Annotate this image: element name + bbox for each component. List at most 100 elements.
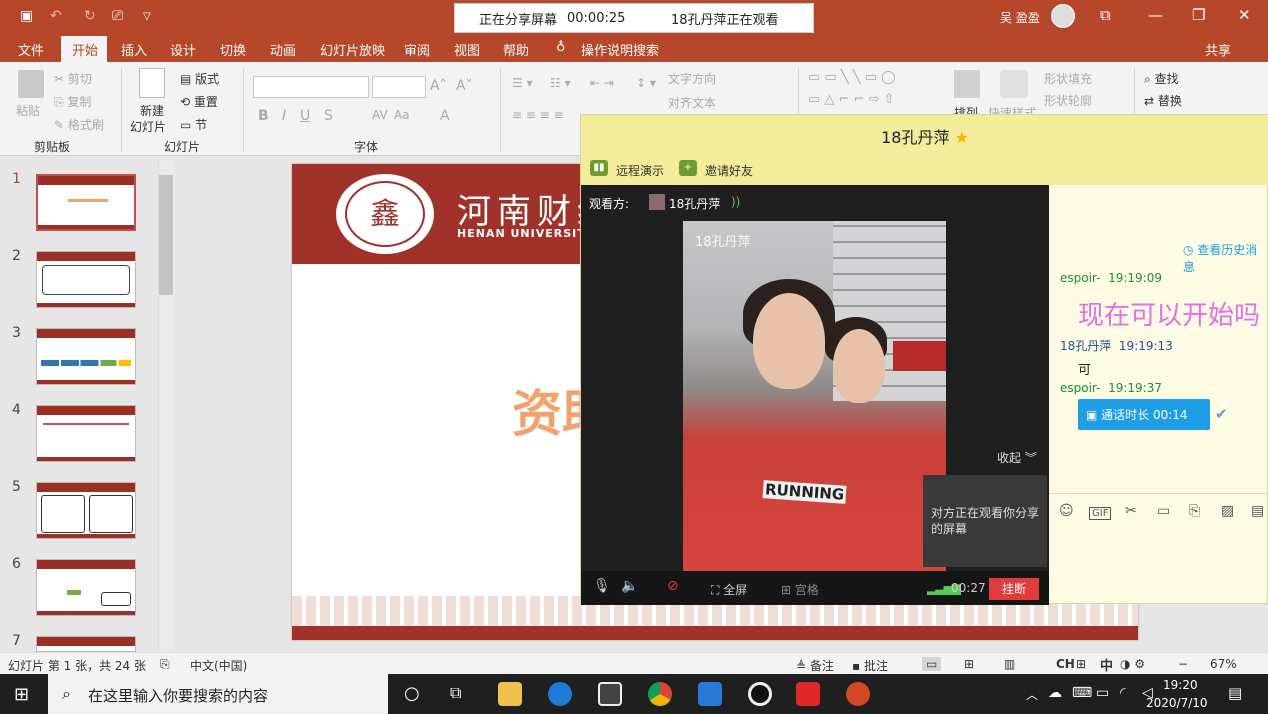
arrange-icon[interactable] bbox=[954, 70, 980, 98]
tab-file[interactable]: 文件 bbox=[18, 40, 44, 59]
font-size-combo[interactable] bbox=[372, 76, 426, 98]
bullets-icon[interactable]: ☰ ▾ bbox=[512, 76, 533, 90]
tab-design[interactable]: 设计 bbox=[170, 40, 196, 59]
keyboard-icon[interactable]: ⌨ bbox=[1072, 685, 1092, 701]
reset-button[interactable]: ⟲ 重置 bbox=[180, 93, 218, 110]
zoom-level[interactable]: 67% bbox=[1210, 657, 1237, 671]
collapse-button[interactable]: 收起 ︾ bbox=[997, 449, 1037, 466]
notes-button[interactable]: ≜ 备注 bbox=[796, 657, 834, 674]
text-direction-button[interactable]: 文字方向 bbox=[668, 70, 716, 87]
new-slide-icon[interactable] bbox=[139, 68, 165, 98]
microphone-icon[interactable]: 🎙 bbox=[593, 578, 611, 594]
gif-icon[interactable]: GIF bbox=[1089, 507, 1112, 520]
quick-styles-icon[interactable] bbox=[1000, 70, 1028, 98]
slide-thumbnail-2[interactable] bbox=[36, 251, 136, 308]
ime-status[interactable]: CH bbox=[1056, 657, 1075, 671]
tab-view[interactable]: 视图 bbox=[454, 40, 480, 59]
tab-insert[interactable]: 插入 bbox=[121, 40, 147, 59]
file-explorer-icon[interactable] bbox=[498, 682, 522, 706]
align-text-button[interactable]: 对齐文本 bbox=[668, 94, 716, 111]
tab-slideshow[interactable]: 幻灯片放映 bbox=[320, 40, 385, 59]
format-painter-button[interactable]: ✎ 格式刷 bbox=[54, 116, 104, 133]
doc-icon[interactable]: ⎘ bbox=[1189, 503, 1200, 519]
ribbon-display-icon[interactable]: ⧉ bbox=[1100, 6, 1111, 24]
new-slide-label[interactable]: 新建 bbox=[140, 102, 164, 119]
underline-button[interactable]: U bbox=[300, 108, 310, 124]
slide-thumbnail-4[interactable] bbox=[36, 405, 136, 462]
cortana-icon[interactable]: ○ bbox=[404, 683, 420, 704]
battery-icon[interactable]: ▭ bbox=[1096, 685, 1109, 701]
reading-view-icon[interactable]: ▥ bbox=[1004, 657, 1015, 671]
line-spacing-icon[interactable]: ↕ ▾ bbox=[636, 76, 656, 90]
video-icon[interactable] bbox=[796, 682, 820, 706]
cut-button[interactable]: ✂ 剪切 bbox=[54, 70, 92, 87]
slide-thumbnail-3[interactable] bbox=[36, 328, 136, 385]
remote-present-icon[interactable]: ▮▮ bbox=[590, 160, 608, 176]
qq-icon[interactable] bbox=[748, 682, 772, 706]
edge-icon[interactable] bbox=[548, 682, 572, 706]
spellcheck-icon[interactable]: ⎘ bbox=[160, 657, 170, 672]
mail-icon[interactable] bbox=[698, 682, 722, 706]
slide-thumbnail-1[interactable] bbox=[36, 174, 136, 231]
hang-up-button[interactable]: 挂断 bbox=[989, 578, 1039, 600]
section-button[interactable]: ▭ 节 bbox=[180, 116, 207, 133]
tab-review[interactable]: 审阅 bbox=[404, 40, 430, 59]
shapes-gallery[interactable]: ▭ ▭ ╲ ╲ ▭ ◯ bbox=[808, 70, 896, 85]
shape-outline-button[interactable]: 形状轮廓 bbox=[1044, 92, 1092, 109]
bold-button[interactable]: B bbox=[258, 108, 269, 124]
tray-expand-icon[interactable]: ︿ bbox=[1026, 686, 1038, 703]
camera-off-icon[interactable]: ⊘ bbox=[667, 578, 679, 594]
speaker-icon[interactable]: 🔈 bbox=[621, 578, 638, 594]
scissors-icon[interactable]: ✂ bbox=[1125, 503, 1137, 519]
paste-button[interactable]: 粘贴 bbox=[16, 102, 40, 119]
shadow-button[interactable]: S bbox=[324, 108, 333, 124]
sorter-view-icon[interactable]: ⊞ bbox=[964, 657, 974, 671]
restore-icon[interactable]: ❐ bbox=[1192, 6, 1205, 24]
share-button[interactable]: 共享 bbox=[1205, 40, 1231, 59]
italic-button[interactable]: I bbox=[282, 108, 286, 124]
tell-me-search[interactable]: 操作说明搜索 bbox=[581, 40, 659, 59]
tab-home[interactable]: 开始 bbox=[61, 36, 107, 62]
find-button[interactable]: ⌕ 查找 bbox=[1144, 70, 1179, 87]
taskbar-search[interactable]: ⌕ 在这里输入你要搜索的内容 bbox=[48, 674, 388, 714]
tab-transitions[interactable]: 切换 bbox=[220, 40, 246, 59]
normal-view-icon[interactable]: ▭ bbox=[922, 657, 942, 671]
save-icon[interactable]: ▣ bbox=[20, 8, 33, 24]
powerpoint-icon[interactable] bbox=[846, 682, 870, 706]
windows-start-icon[interactable]: ⊞ bbox=[14, 684, 29, 705]
align-icons[interactable]: ≡ ≡ ≡ ≡ bbox=[512, 108, 564, 122]
ime-grid-icon[interactable]: ⊞ bbox=[1076, 657, 1086, 671]
wifi-icon[interactable]: ◜ bbox=[1120, 685, 1125, 701]
folder-icon[interactable]: ▭ bbox=[1157, 503, 1170, 519]
scrollbar-thumb[interactable] bbox=[159, 175, 173, 295]
copy-button[interactable]: ⎘ 复制 bbox=[54, 93, 91, 110]
chrome-icon[interactable] bbox=[648, 682, 672, 706]
language-status[interactable]: 中文(中国) bbox=[190, 657, 247, 674]
customize-icon[interactable]: ▽ bbox=[143, 11, 151, 22]
remote-present-button[interactable]: 远程演示 bbox=[616, 162, 664, 179]
avatar[interactable] bbox=[1051, 4, 1075, 28]
image-icon[interactable]: ▨ bbox=[1221, 503, 1234, 519]
replace-button[interactable]: ⇄ 替换 bbox=[1144, 92, 1182, 109]
present-icon[interactable]: ⎚ bbox=[112, 8, 123, 24]
change-case-button[interactable]: Aa bbox=[394, 108, 410, 122]
task-view-icon[interactable]: ⧉ bbox=[450, 683, 461, 703]
redo-icon[interactable]: ↻ bbox=[84, 8, 96, 24]
grid-button[interactable]: ⊞ 宫格 bbox=[781, 581, 819, 598]
font-color-button[interactable]: A bbox=[440, 108, 450, 124]
tab-help[interactable]: 帮助 bbox=[503, 40, 529, 59]
zoom-out-icon[interactable]: − bbox=[1178, 657, 1188, 671]
undo-icon[interactable]: ↶ bbox=[50, 8, 62, 24]
store-icon[interactable] bbox=[598, 682, 622, 706]
char-spacing-button[interactable]: AV bbox=[372, 108, 388, 122]
shrink-font-icon[interactable]: A˅ bbox=[456, 78, 473, 94]
indent-icon[interactable]: ⇤ ⇥ bbox=[590, 76, 614, 90]
minimize-icon[interactable]: — bbox=[1148, 6, 1163, 24]
clock-date[interactable]: 2020/7/10 bbox=[1146, 696, 1208, 710]
emoji-icon[interactable]: ☺ bbox=[1059, 503, 1074, 519]
invite-friend-button[interactable]: 邀请好友 bbox=[705, 162, 753, 179]
call-duration-bubble[interactable]: ▣ 通话时长 00:14 bbox=[1078, 399, 1210, 430]
more-icon[interactable]: ▤ bbox=[1251, 503, 1264, 519]
ime-mode[interactable]: 中 bbox=[1100, 655, 1113, 674]
invite-icon[interactable]: + bbox=[679, 160, 697, 176]
